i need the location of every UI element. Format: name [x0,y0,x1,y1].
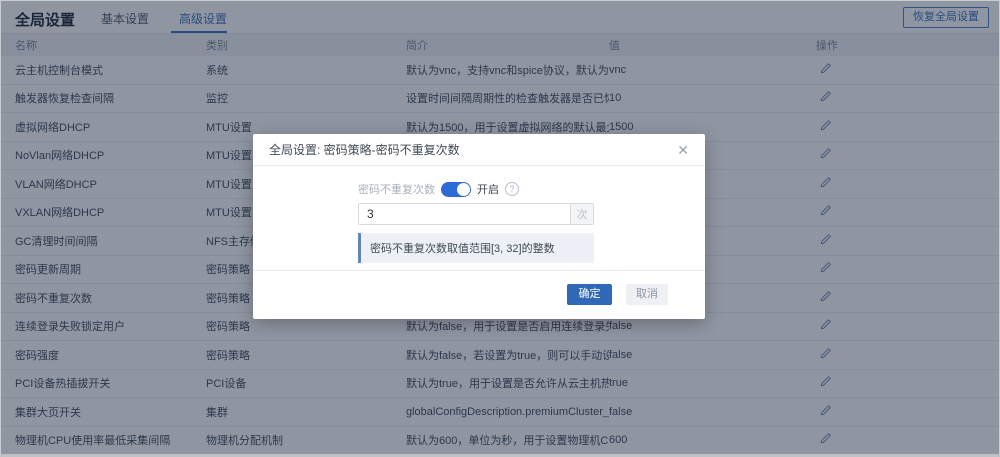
modal-body: 密码不重复次数 开启 ? 次 密码不重复次数取值范围[3, 32]的整数 [253,166,705,270]
modal-header: 全局设置: 密码策略-密码不重复次数 ✕ [253,134,705,166]
toggle-switch-on[interactable] [441,181,471,197]
password-policy-modal: 全局设置: 密码策略-密码不重复次数 ✕ 密码不重复次数 开启 ? 次 密码不重… [253,134,705,319]
repeat-count-input[interactable] [358,203,570,225]
toggle-row: 密码不重复次数 开启 ? [358,181,519,197]
close-icon[interactable]: ✕ [677,143,689,157]
input-unit-label: 次 [570,203,594,225]
ok-button[interactable]: 确定 [567,284,612,305]
cancel-button[interactable]: 取消 [626,284,668,305]
hint-box: 密码不重复次数取值范围[3, 32]的整数 [358,233,594,263]
input-group: 次 [358,203,594,225]
modal-title: 全局设置: 密码策略-密码不重复次数 [269,143,460,157]
toggle-state-label: 开启 [477,184,499,196]
toggle-knob [457,182,470,196]
modal-footer: 确定 取消 [253,270,705,318]
field-label: 密码不重复次数 [358,184,435,196]
global-settings-page: 全局设置 基本设置 高级设置 恢复全局设置 名称 类别 简介 值 操作 云主机控… [0,0,1000,457]
help-icon[interactable]: ? [505,182,519,196]
